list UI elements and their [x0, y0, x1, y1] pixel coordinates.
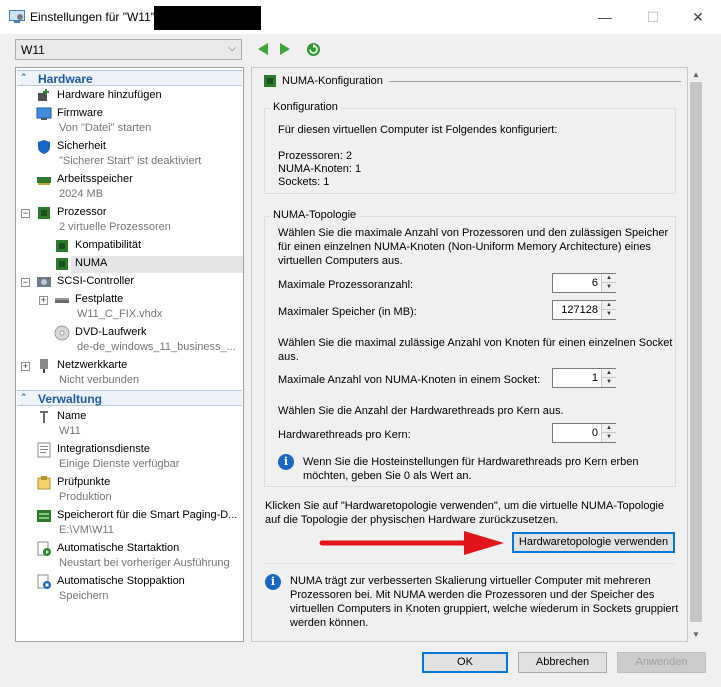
vm-selector-dropdown[interactable]: W11 ⌵	[15, 39, 242, 60]
header-divider	[389, 81, 681, 82]
numa-info-line-1: NUMA trägt zur verbesserten Skalierung v…	[290, 575, 651, 587]
window-title: Einstellungen für "W11"	[30, 10, 156, 24]
processor-small-icon	[54, 238, 70, 254]
info-icon: i	[265, 574, 281, 590]
smart-paging-icon	[36, 508, 52, 524]
decrement-arrow-icon[interactable]: ▼	[602, 378, 616, 387]
increment-arrow-icon[interactable]: ▲	[602, 301, 616, 310]
add-hardware-icon	[36, 88, 52, 104]
reset-description-line-1: Klicken Sie auf "Hardwaretopologie verwe…	[265, 500, 665, 512]
collapse-chevron-icon: ⌃	[20, 392, 28, 402]
previous-arrow-icon[interactable]	[257, 42, 271, 56]
max-nodes-value: 1	[591, 372, 598, 384]
close-button[interactable]: ✕	[689, 8, 707, 26]
configured-processors: Prozessoren: 2	[278, 150, 352, 162]
hard-disk-icon	[54, 292, 70, 308]
configuration-intro: Für diesen virtuellen Computer ist Folge…	[278, 124, 558, 136]
info-icon: i	[278, 454, 294, 470]
decrement-arrow-icon[interactable]: ▼	[602, 310, 616, 319]
auto-start-icon	[36, 541, 52, 557]
topology-description-line-3: virtuellen Computers aus.	[278, 255, 403, 267]
right-panel-scrollbar[interactable]: ▲ ▼	[688, 67, 704, 642]
auto-stop-icon	[36, 574, 52, 590]
numa-topology-group-title: NUMA-Topologie	[270, 209, 360, 221]
cancel-button[interactable]: Abbrechen	[518, 652, 607, 673]
numa-header-icon	[263, 74, 277, 91]
increment-arrow-icon[interactable]: ▲	[602, 424, 616, 433]
scrollbar-thumb[interactable]	[690, 82, 702, 622]
integration-services-icon	[36, 442, 52, 458]
threads-info-line-2: möchten, geben Sie 0 als Wert an.	[303, 470, 472, 482]
threads-per-core-stepper[interactable]: 0 ▲ ▼	[552, 423, 616, 443]
title-bar: Einstellungen für "W11" — ☐ ✕	[0, 0, 721, 34]
panel-title: NUMA-Konfiguration	[282, 75, 383, 87]
max-memory-label: Maximaler Speicher (in MB):	[278, 306, 417, 318]
numa-info-line-4: werden können.	[290, 617, 369, 629]
minimize-button[interactable]: —	[596, 8, 614, 26]
threads-per-core-label: Hardwarethreads pro Kern:	[278, 429, 411, 441]
configured-numa-nodes: NUMA-Knoten: 1	[278, 163, 362, 175]
configuration-group-title: Konfiguration	[270, 101, 341, 113]
increment-arrow-icon[interactable]: ▲	[602, 274, 616, 283]
collapse-chevron-icon: ⌃	[20, 72, 28, 82]
use-hardware-topology-button[interactable]: Hardwaretopologie verwenden	[512, 532, 675, 553]
apply-button[interactable]: Anwenden	[617, 652, 706, 673]
scroll-up-arrow-icon[interactable]: ▲	[688, 67, 704, 82]
vm-selector-value: W11	[21, 43, 45, 57]
network-adapter-icon	[36, 358, 52, 374]
reset-description-line-2: auf die Topologie der physischen Hardwar…	[265, 514, 559, 526]
settings-tree: ⌃ Hardware Hardware hinzufügen Firmware …	[15, 67, 244, 642]
numa-info-line-2: Prozessoren bei. Mit NUMA werden die Pro…	[290, 589, 655, 601]
nodes-description-line-1: Wählen Sie die maximal zulässige Anzahl …	[278, 337, 673, 349]
collapse-scsi-toggle[interactable]: −	[21, 278, 30, 287]
ok-button[interactable]: OK	[422, 652, 508, 673]
scroll-down-arrow-icon[interactable]: ▼	[688, 627, 704, 642]
maximize-button[interactable]: ☐	[644, 8, 662, 26]
max-nodes-stepper[interactable]: 1 ▲ ▼	[552, 368, 616, 388]
configured-sockets: Sockets: 1	[278, 176, 330, 188]
increment-arrow-icon[interactable]: ▲	[602, 369, 616, 378]
max-processors-label: Maximale Prozessoranzahl:	[278, 279, 414, 291]
collapse-processor-toggle[interactable]: −	[21, 209, 30, 218]
chevron-down-icon: ⌵	[228, 43, 236, 54]
max-nodes-label: Maximale Anzahl von NUMA-Knoten in einem…	[278, 374, 541, 386]
processor-small-icon	[54, 256, 70, 272]
scsi-controller-icon	[36, 274, 52, 290]
threads-per-core-value: 0	[591, 427, 598, 439]
processor-icon	[36, 205, 52, 221]
footer-divider	[264, 563, 676, 564]
memory-icon	[36, 172, 52, 188]
decrement-arrow-icon[interactable]: ▼	[602, 433, 616, 442]
topology-description-line-2: für einen einzelnen NUMA-Knoten (Non-Uni…	[278, 241, 651, 253]
nodes-description-line-2: aus.	[278, 351, 299, 363]
next-arrow-icon[interactable]	[279, 42, 293, 56]
hyper-v-settings-icon	[9, 10, 25, 27]
threads-info-line-1: Wenn Sie die Hosteinstellungen für Hardw…	[303, 456, 639, 468]
max-processors-value: 6	[591, 277, 598, 289]
numa-info-line-3: virtuellen Computers in Knoten gruppiert…	[290, 603, 679, 615]
red-annotation-arrow-icon	[319, 531, 504, 555]
max-memory-value: 127128	[561, 304, 598, 316]
expand-disk-toggle[interactable]: +	[39, 296, 48, 305]
threads-description: Wählen Sie die Anzahl der Hardwarethread…	[278, 405, 564, 417]
max-processors-stepper[interactable]: 6 ▲ ▼	[552, 273, 616, 293]
redacted-area	[154, 6, 261, 30]
decrement-arrow-icon[interactable]: ▼	[602, 283, 616, 292]
section-hardware[interactable]: ⌃ Hardware	[17, 70, 242, 86]
section-management[interactable]: ⌃ Verwaltung	[17, 390, 242, 406]
expand-network-toggle[interactable]: +	[21, 362, 30, 371]
refresh-icon[interactable]	[306, 42, 320, 56]
name-tag-icon	[36, 409, 52, 425]
max-memory-stepper[interactable]: 127128 ▲ ▼	[552, 300, 616, 320]
dvd-icon	[54, 325, 70, 341]
shield-icon	[36, 139, 52, 155]
checkpoint-icon	[36, 475, 52, 491]
topology-description-line-1: Wählen Sie die maximale Anzahl von Proze…	[278, 227, 669, 239]
firmware-icon	[36, 106, 52, 122]
